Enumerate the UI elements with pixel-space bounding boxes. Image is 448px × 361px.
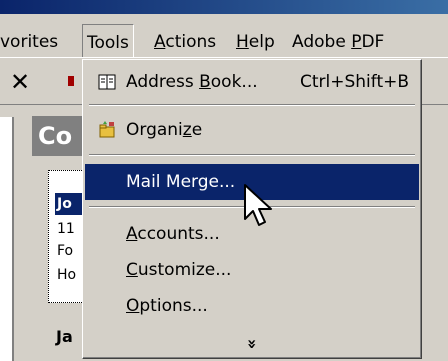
expand-menu-chevron-icon[interactable]: » [85, 332, 419, 356]
menu-separator [89, 154, 415, 156]
contact-card-line: Fo [57, 243, 74, 259]
menu-item-address-book[interactable]: Address Book... Ctrl+Shift+B [85, 64, 419, 100]
organize-icon [99, 121, 115, 138]
menu-actions[interactable]: Actions [154, 32, 216, 52]
menu-item-customize[interactable]: Customize... [85, 252, 419, 288]
menu-favorites[interactable]: vorites [0, 32, 58, 52]
menu-separator [89, 104, 415, 106]
contact-card-line: Ho [57, 267, 77, 283]
pane-edge [0, 117, 14, 361]
next-contact-name[interactable]: Ja [56, 327, 73, 346]
shortcut-text: Ctrl+Shift+B [300, 72, 410, 92]
window-title-bar [0, 0, 448, 14]
delete-icon[interactable]: ✕ [10, 68, 30, 96]
menu-adobe-pdf[interactable]: Adobe PDF [292, 32, 384, 52]
menu-item-organize[interactable]: Organize [85, 112, 419, 148]
flag-icon[interactable] [68, 76, 74, 86]
menu-item-options[interactable]: Options... [85, 288, 419, 324]
mouse-pointer-icon [244, 184, 272, 226]
address-book-icon [98, 74, 116, 90]
menu-bar: vorites Tools Actions Help Adobe PDF [0, 14, 448, 62]
contact-card-line: 11 [57, 221, 75, 237]
menu-help[interactable]: Help [236, 32, 275, 52]
